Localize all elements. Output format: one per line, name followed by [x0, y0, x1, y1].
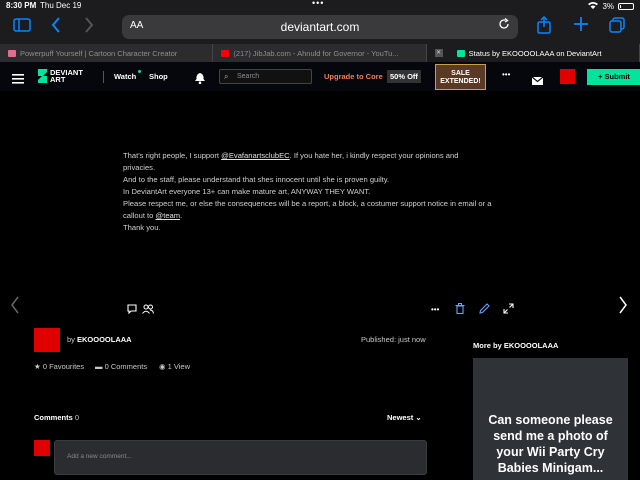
- deviation-description: That's right people, I support @Evafanar…: [123, 150, 523, 234]
- forward-icon[interactable]: [84, 16, 94, 39]
- browser-toolbar: AA deviantart.com: [0, 12, 640, 44]
- extended-text: EXTENDED!: [440, 78, 481, 85]
- star-icon: ★: [34, 362, 43, 371]
- views-stat: ◉ 1 View: [159, 362, 190, 371]
- sidebar-icon[interactable]: [13, 18, 31, 37]
- watch-link[interactable]: Watch: [114, 72, 136, 81]
- desc-line: And to the staff, please understand that…: [123, 175, 390, 184]
- wifi-icon: [588, 1, 599, 11]
- youtube-favicon-icon: [221, 49, 230, 57]
- more-by-heading[interactable]: More by EKOOOOLAAA: [473, 341, 558, 350]
- more-options-icon[interactable]: •••: [431, 305, 439, 314]
- byline: by EKOOOOLAAA: [67, 335, 132, 344]
- submit-button[interactable]: + Submit: [587, 69, 640, 85]
- url-text[interactable]: deviantart.com: [122, 20, 518, 34]
- watch-notification-dot: [138, 70, 141, 73]
- comments-heading: Comments 0: [34, 413, 79, 422]
- tabs-overview-icon[interactable]: [609, 17, 625, 38]
- comment-input[interactable]: Add a new comment...: [54, 440, 427, 475]
- sale-text: SALE: [451, 70, 470, 77]
- published-date: Published: just now: [361, 335, 426, 344]
- deviantart-favicon-icon: [456, 49, 465, 57]
- tab-bar: Powerpuff Yourself | Cartoon Character C…: [0, 44, 640, 62]
- group-users-icon[interactable]: [142, 304, 154, 317]
- powerpuff-favicon-icon: [8, 49, 16, 57]
- bell-icon[interactable]: [195, 71, 205, 89]
- tab-label: Powerpuff Yourself | Cartoon Character C…: [20, 48, 178, 58]
- more-by-card-text: Can someone please send me a photo of yo…: [488, 413, 613, 475]
- new-tab-icon[interactable]: [574, 17, 588, 36]
- sort-label: Newest: [387, 413, 414, 422]
- desc-line: Please respect me, or else the consequen…: [123, 199, 492, 208]
- share-icon[interactable]: [537, 15, 551, 39]
- user-avatar[interactable]: [560, 69, 575, 84]
- more-by-card[interactable]: Can someone please send me a photo of yo…: [473, 358, 628, 480]
- comments-count: 0 Comments: [104, 362, 148, 371]
- status-date: Thu Dec 19: [40, 1, 82, 10]
- deviantart-wordmark[interactable]: DEVIANT ART: [50, 69, 83, 84]
- commenter-avatar: [34, 440, 50, 456]
- comments-title: Comments: [34, 413, 73, 422]
- author-avatar[interactable]: [34, 328, 60, 352]
- deviantart-header: DEVIANT ART Watch Shop ⌕ Search Upgrade …: [0, 62, 640, 91]
- chevron-down-icon: ⌄: [415, 413, 422, 422]
- desc-text: callout to: [123, 211, 156, 220]
- battery-percent: 3%: [602, 1, 614, 11]
- multitasking-dots-icon[interactable]: •••: [312, 0, 324, 8]
- desc-line: In DeviantArt everyone 13+ can make matu…: [123, 187, 371, 196]
- comment-icon: ▬: [95, 362, 105, 371]
- ios-status-bar: 8:30 PM Thu Dec 19 ••• 3%: [0, 0, 640, 12]
- discount-badge[interactable]: 50% Off: [387, 70, 421, 83]
- tab-jibjab[interactable]: (217) JibJab.com - Ahnuld for Governor -…: [213, 44, 427, 62]
- desc-line: privacies.: [123, 163, 156, 172]
- eye-icon: ◉: [159, 362, 168, 371]
- close-tab-icon[interactable]: ✕: [434, 49, 443, 57]
- comments-header-count: 0: [74, 413, 80, 422]
- views-count: 1 View: [167, 362, 191, 371]
- search-input[interactable]: ⌕ Search: [219, 69, 312, 84]
- reload-icon[interactable]: [498, 17, 510, 33]
- sale-extended-banner[interactable]: SALE EXTENDED!: [435, 64, 486, 90]
- tab-powerpuff[interactable]: Powerpuff Yourself | Cartoon Character C…: [0, 44, 214, 62]
- comments-stat[interactable]: ▬ 0 Comments: [95, 362, 147, 371]
- favourites-count: 0 Favourites: [42, 362, 85, 371]
- nav-divider: [103, 71, 104, 83]
- desc-text: .: [180, 211, 183, 220]
- tab-label: Status by EKOOOOLAAA on DeviantArt: [468, 48, 602, 58]
- by-label: by: [67, 335, 75, 344]
- desc-text: . If you hate her, i kindly respect your…: [289, 151, 459, 160]
- mail-icon[interactable]: [531, 72, 544, 90]
- tab-deviantart-status[interactable]: ✕ Status by EKOOOOLAAA on DeviantArt: [426, 44, 640, 62]
- trash-icon[interactable]: [455, 303, 465, 317]
- edit-pencil-icon[interactable]: [479, 303, 490, 317]
- fullscreen-expand-icon[interactable]: [503, 303, 514, 317]
- desc-text: That's right people, I support: [123, 151, 222, 160]
- wordmark-line2: ART: [50, 75, 66, 84]
- search-placeholder: Search: [237, 73, 260, 80]
- previous-deviation-icon[interactable]: [10, 295, 20, 321]
- search-icon: ⌕: [224, 72, 229, 81]
- battery-icon: [618, 2, 634, 10]
- next-deviation-icon[interactable]: [618, 295, 628, 321]
- hamburger-menu-icon[interactable]: [12, 71, 24, 89]
- tab-label: (217) JibJab.com - Ahnuld for Governor -…: [233, 48, 399, 58]
- back-icon[interactable]: [51, 16, 61, 39]
- more-menu-icon[interactable]: •••: [502, 70, 510, 79]
- desc-line: Thank you.: [123, 223, 161, 232]
- comment-bubble-icon[interactable]: [127, 304, 137, 317]
- sort-dropdown[interactable]: Newest ⌄: [387, 413, 422, 422]
- upgrade-to-core-link[interactable]: Upgrade to Core: [324, 72, 383, 81]
- status-time: 8:30 PM: [6, 1, 37, 10]
- deviantart-logo-icon[interactable]: [37, 69, 48, 88]
- favourites-stat[interactable]: ★ 0 Favourites: [34, 362, 84, 371]
- comment-placeholder: Add a new comment...: [67, 453, 132, 460]
- shop-link[interactable]: Shop: [149, 72, 168, 81]
- mention-link[interactable]: @EvafanartsclubEC: [221, 151, 290, 160]
- address-bar[interactable]: AA deviantart.com: [122, 15, 518, 39]
- submit-label: Submit: [604, 72, 630, 81]
- author-name[interactable]: EKOOOOLAAA: [77, 335, 132, 344]
- team-mention-link[interactable]: @team: [156, 211, 181, 220]
